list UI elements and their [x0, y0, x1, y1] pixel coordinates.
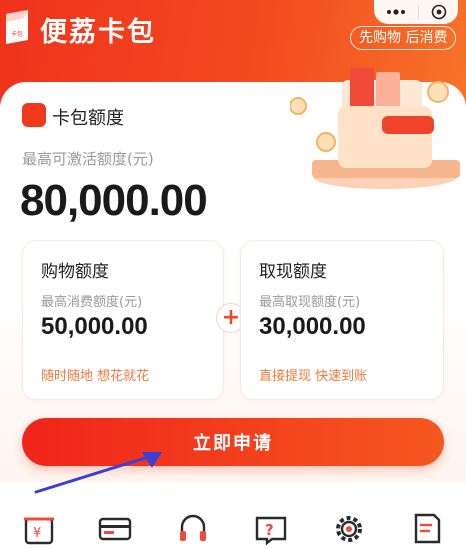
shopping-quota-card: 购物额度 最高消费额度(元) 50,000.00 随时随地 想花就花: [22, 240, 224, 400]
settings-gear-icon[interactable]: [330, 509, 368, 547]
card-title: 卡包额度: [52, 108, 124, 129]
document-edit-icon[interactable]: [408, 509, 446, 547]
shopping-amount: 50,000.00: [41, 313, 148, 340]
svg-text:¥: ¥: [33, 526, 41, 541]
question-book-icon[interactable]: ?: [252, 509, 290, 547]
max-credit-label: 最高可激活额度(元): [22, 150, 154, 168]
mini-program-capsule[interactable]: [374, 0, 458, 24]
yuan-bag-icon[interactable]: ¥: [20, 509, 58, 547]
shopping-title: 购物额度: [41, 262, 109, 282]
headset-icon[interactable]: [174, 509, 212, 547]
max-credit-amount: 80,000.00: [20, 176, 208, 225]
cash-title: 取现额度: [259, 262, 327, 282]
card-icon[interactable]: [96, 509, 134, 547]
app-logo-icon: 卡包: [6, 10, 28, 44]
wallet-coins-illustration: [290, 68, 460, 189]
slogan-badge: 先购物 后消费: [350, 26, 457, 50]
close-target-icon[interactable]: [431, 4, 447, 20]
more-dots-icon[interactable]: [386, 8, 406, 16]
svg-text:?: ?: [265, 521, 274, 539]
pointer-arrow-icon: [34, 452, 162, 494]
wallet-icon: [22, 103, 46, 127]
cash-amount: 30,000.00: [259, 313, 366, 340]
app-title: 便荔卡包: [40, 17, 156, 48]
logo-text: 卡包: [11, 30, 23, 38]
shopping-label: 最高消费额度(元): [41, 295, 143, 310]
cash-tag: 直接提现 快速到账: [259, 369, 368, 384]
bottom-navigation: ¥ ?: [0, 505, 466, 548]
cash-label: 最高取现额度(元): [259, 295, 361, 310]
cash-quota-card: 取现额度 最高取现额度(元) 30,000.00 直接提现 快速到账: [240, 240, 444, 400]
shopping-tag: 随时随地 想花就花: [41, 369, 150, 384]
